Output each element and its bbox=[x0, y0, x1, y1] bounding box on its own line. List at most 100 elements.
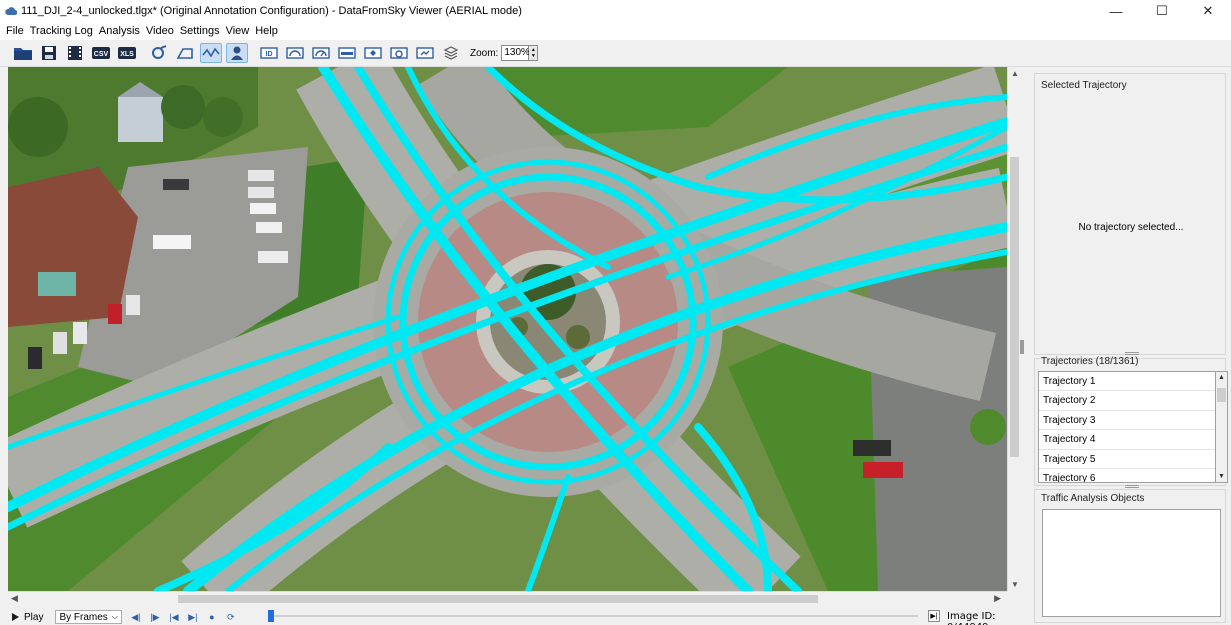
go-to-end-icon: ▶| bbox=[930, 613, 938, 620]
pointer-button[interactable] bbox=[148, 43, 170, 63]
person-button[interactable] bbox=[226, 43, 248, 63]
video-horizontal-scrollbar[interactable]: ◀ ▶ bbox=[8, 591, 1007, 605]
app-cloud-icon bbox=[5, 7, 17, 15]
close-button[interactable]: ✕ bbox=[1185, 0, 1231, 22]
record-button[interactable]: ● bbox=[206, 611, 218, 623]
aerial-roundabout-image bbox=[8, 67, 1007, 591]
menu-settings[interactable]: Settings bbox=[180, 25, 220, 37]
record-icon: ● bbox=[209, 612, 215, 622]
pointer-icon bbox=[152, 45, 167, 59]
step-forward-icon: |▶ bbox=[150, 611, 160, 622]
list-item[interactable]: Trajectory 5 bbox=[1039, 450, 1215, 469]
menu-file[interactable]: File bbox=[6, 25, 24, 37]
prev-frame-icon: |◀ bbox=[169, 611, 179, 622]
csv-export-icon: CSV bbox=[92, 47, 110, 59]
acceleration-button[interactable] bbox=[310, 43, 332, 63]
spin-down-icon[interactable]: ▼ bbox=[531, 53, 536, 59]
scroll-left-icon[interactable]: ◀ bbox=[11, 593, 18, 604]
id-icon: ID bbox=[260, 47, 278, 59]
selected-trajectory-title: Selected Trajectory bbox=[1041, 80, 1127, 91]
no-trajectory-message: No trajectory selected... bbox=[1078, 222, 1184, 233]
trajectories-list[interactable]: Trajectory 1 Trajectory 2 Trajectory 3 T… bbox=[1038, 371, 1216, 483]
vehicle-button[interactable] bbox=[336, 43, 358, 63]
open-folder-button[interactable] bbox=[12, 43, 34, 63]
video-view[interactable] bbox=[8, 67, 1007, 591]
step-forward-button[interactable]: |▶ bbox=[149, 611, 161, 623]
video-button[interactable] bbox=[64, 43, 86, 63]
menu-tracking-log[interactable]: Tracking Log bbox=[30, 25, 93, 37]
right-panel: Selected Trajectory No trajectory select… bbox=[1030, 67, 1231, 625]
video-vertical-scrollbar[interactable]: ▲ ▼ bbox=[1007, 67, 1021, 591]
list-item[interactable]: Trajectory 3 bbox=[1039, 411, 1215, 431]
skip-back-icon: ◀| bbox=[131, 611, 141, 622]
save-icon bbox=[42, 46, 56, 60]
next-frame-button[interactable]: ▶| bbox=[187, 611, 199, 623]
zoom-spinner[interactable]: ▲ ▼ bbox=[529, 45, 539, 61]
traffic-analysis-list[interactable] bbox=[1042, 509, 1221, 617]
go-to-end-button[interactable]: ▶| bbox=[928, 610, 940, 622]
step-mode-value: By Frames bbox=[59, 611, 108, 623]
camera-icon bbox=[390, 47, 408, 59]
zoom-input[interactable]: 130% bbox=[501, 45, 530, 61]
vehicle-icon bbox=[338, 47, 356, 59]
csv-export-button[interactable]: CSV bbox=[90, 43, 112, 63]
scroll-right-icon[interactable]: ▶ bbox=[994, 593, 1001, 604]
loop-button[interactable]: ⟳ bbox=[225, 611, 237, 623]
timeline-track[interactable] bbox=[268, 615, 918, 617]
title-bar: 111_DJI_2-4_unlocked.tlgx* (Original Ann… bbox=[0, 0, 1231, 22]
image-id-readout: Image ID: 0/44949 bbox=[947, 611, 996, 625]
acceleration-icon bbox=[312, 47, 330, 59]
list-item[interactable]: Trajectory 6 bbox=[1039, 469, 1215, 482]
skip-back-button[interactable]: ◀| bbox=[130, 611, 142, 623]
list-item[interactable]: Trajectory 4 bbox=[1039, 430, 1215, 450]
horizontal-scroll-thumb[interactable] bbox=[178, 595, 818, 603]
zone-button[interactable] bbox=[362, 43, 384, 63]
trajectories-scrollbar[interactable]: ▲ ▼ bbox=[1216, 371, 1228, 483]
menu-analysis[interactable]: Analysis bbox=[99, 25, 140, 37]
list-scroll-thumb[interactable] bbox=[1217, 388, 1226, 402]
save-button[interactable] bbox=[38, 43, 60, 63]
maximize-button[interactable]: ☐ bbox=[1139, 0, 1185, 22]
step-mode-select[interactable]: By Frames ⌵ bbox=[55, 610, 122, 624]
prev-frame-button[interactable]: |◀ bbox=[168, 611, 180, 623]
playback-controls: Play By Frames ⌵ ◀| |▶ |◀ ▶| ● ⟳ ▶| Imag… bbox=[0, 609, 1030, 625]
id-label: ID bbox=[266, 51, 273, 58]
splitter-handle[interactable] bbox=[1125, 485, 1139, 488]
play-icon bbox=[12, 613, 19, 621]
menu-video[interactable]: Video bbox=[146, 25, 174, 37]
play-label: Play bbox=[24, 611, 44, 623]
next-frame-icon: ▶| bbox=[188, 611, 198, 622]
camera-button[interactable] bbox=[388, 43, 410, 63]
trajectory-icon bbox=[202, 47, 220, 58]
traffic-analysis-title: Traffic Analysis Objects bbox=[1041, 493, 1145, 504]
video-icon bbox=[68, 46, 82, 60]
panel-resize-handle[interactable] bbox=[1020, 340, 1024, 354]
layers-icon bbox=[443, 46, 459, 60]
xls-export-icon: XLS bbox=[118, 47, 136, 59]
timeline-handle[interactable] bbox=[268, 610, 274, 622]
draw-zone-button[interactable] bbox=[174, 43, 196, 63]
minimize-button[interactable]: — bbox=[1093, 0, 1139, 22]
list-item[interactable]: Trajectory 2 bbox=[1039, 391, 1215, 411]
list-item[interactable]: Trajectory 1 bbox=[1039, 372, 1215, 392]
vertical-scroll-thumb[interactable] bbox=[1010, 157, 1019, 457]
menu-view[interactable]: View bbox=[226, 25, 250, 37]
speed-button[interactable] bbox=[284, 43, 306, 63]
trajectory-button[interactable] bbox=[200, 43, 222, 63]
chevron-down-icon[interactable]: ▼ bbox=[1218, 473, 1225, 480]
xls-export-button[interactable]: XLS bbox=[116, 43, 138, 63]
loop-icon: ⟳ bbox=[227, 611, 235, 622]
person-icon bbox=[231, 46, 243, 60]
chevron-up-icon[interactable]: ▲ bbox=[1218, 374, 1225, 381]
layers-button[interactable] bbox=[440, 43, 462, 63]
splitter-handle[interactable] bbox=[1125, 352, 1139, 355]
zone-icon bbox=[364, 47, 382, 59]
menu-help[interactable]: Help bbox=[255, 25, 278, 37]
scroll-up-icon[interactable]: ▲ bbox=[1011, 69, 1019, 78]
open-folder-icon bbox=[14, 48, 32, 60]
export-image-button[interactable] bbox=[414, 43, 436, 63]
id-button[interactable]: ID bbox=[258, 43, 280, 63]
scroll-down-icon[interactable]: ▼ bbox=[1011, 580, 1019, 589]
play-button[interactable]: Play bbox=[12, 612, 43, 623]
menu-bar: File Tracking Log Analysis Video Setting… bbox=[0, 22, 1231, 40]
